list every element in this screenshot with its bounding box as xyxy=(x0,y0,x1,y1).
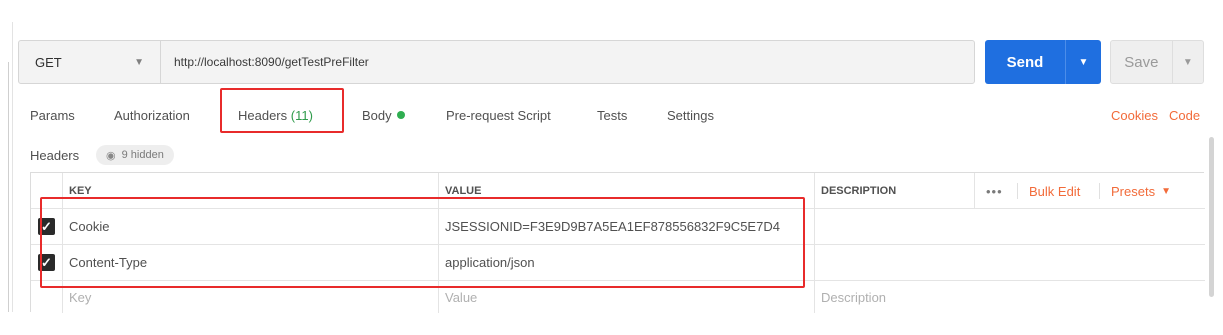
save-button-group: Save ▼ xyxy=(1110,40,1204,84)
panel-edge xyxy=(8,62,9,312)
window-edge xyxy=(12,22,13,312)
vertical-scrollbar[interactable] xyxy=(1209,137,1214,297)
cookies-link[interactable]: Cookies xyxy=(1111,108,1158,123)
new-description-input[interactable]: Description xyxy=(814,281,974,313)
tab-params[interactable]: Params xyxy=(30,108,75,123)
divider xyxy=(1017,183,1018,199)
send-button[interactable]: Send xyxy=(985,54,1065,71)
url-input[interactable]: http://localhost:8090/getTestPreFilter xyxy=(161,55,369,69)
presets-dropdown[interactable]: Presets ▼ xyxy=(1111,173,1171,209)
body-indicator-dot xyxy=(396,111,405,119)
chevron-down-icon: ▼ xyxy=(1182,56,1193,68)
send-options-button[interactable]: ▼ xyxy=(1065,40,1101,84)
chevron-down-icon: ▼ xyxy=(1161,185,1171,197)
eye-icon: ◉ xyxy=(106,149,116,162)
tab-settings[interactable]: Settings xyxy=(667,108,714,123)
tab-body-label: Body xyxy=(362,108,392,123)
method-select[interactable]: GET ▼ xyxy=(19,41,161,83)
presets-label: Presets xyxy=(1111,183,1156,199)
header-description-field[interactable] xyxy=(814,209,974,244)
tab-pre-request-script[interactable]: Pre-request Script xyxy=(446,108,551,123)
tab-authorization[interactable]: Authorization xyxy=(114,108,190,123)
request-url-bar: GET ▼ http://localhost:8090/getTestPreFi… xyxy=(18,40,975,84)
tab-tests[interactable]: Tests xyxy=(597,108,627,123)
header-description-field[interactable] xyxy=(814,245,974,280)
method-label: GET xyxy=(35,54,62,70)
tab-body[interactable]: Body xyxy=(362,108,405,123)
column-header-description: DESCRIPTION xyxy=(814,173,974,208)
chevron-down-icon: ▼ xyxy=(1078,56,1089,68)
divider xyxy=(1099,183,1100,199)
annotation-box-headers-tab xyxy=(220,88,344,133)
bulk-edit-button[interactable]: Bulk Edit xyxy=(1029,173,1080,209)
annotation-box-header-rows xyxy=(40,197,805,288)
save-button[interactable]: Save xyxy=(1111,54,1172,71)
more-options-button[interactable]: ••• xyxy=(986,173,1003,209)
save-options-button[interactable]: ▼ xyxy=(1171,41,1203,83)
chevron-down-icon: ▼ xyxy=(134,56,144,68)
send-button-group: Send ▼ xyxy=(985,40,1101,84)
hidden-headers-count: 9 hidden xyxy=(121,149,164,161)
hidden-headers-toggle[interactable]: ◉ 9 hidden xyxy=(96,145,174,165)
code-link[interactable]: Code xyxy=(1169,108,1200,123)
headers-section-title: Headers xyxy=(30,148,80,163)
